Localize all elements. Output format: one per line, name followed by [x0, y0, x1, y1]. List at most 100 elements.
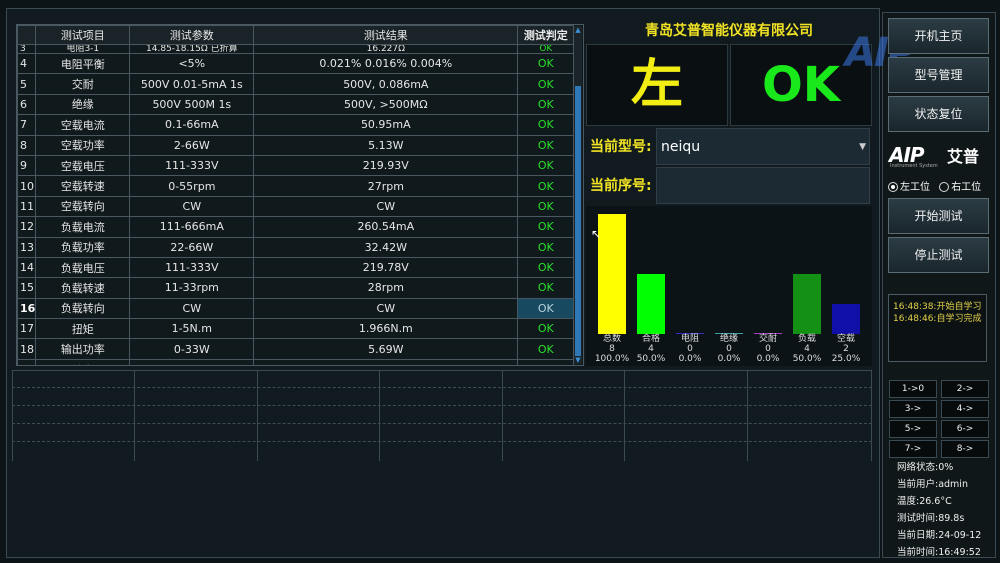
row-result: CW — [253, 195, 519, 218]
row-param: <5% — [129, 52, 255, 75]
row-item: 负载转速 — [35, 277, 131, 299]
table-row[interactable]: 19效率0-33%17.543%OK — [17, 358, 575, 365]
grid-vline — [257, 371, 258, 461]
scroll-up-icon[interactable]: ▲ — [574, 26, 582, 34]
status-info: 当前日期:24-09-12 — [897, 530, 982, 541]
row-item: 空载功率 — [35, 134, 131, 156]
header-result: 测试结果 — [253, 25, 519, 45]
table-row[interactable]: 5 交耐 500V 0.01-5mA 1s 500V, 0.086mA OK — [17, 73, 575, 95]
row-result: 0.021% 0.016% 0.004% — [253, 52, 519, 75]
channel-button[interactable]: 5-> — [889, 420, 937, 438]
channel-button[interactable]: 2-> — [941, 380, 989, 398]
row-item: 负载转向 — [35, 297, 131, 320]
row-item: 交耐 — [35, 73, 131, 95]
serial-input[interactable] — [656, 167, 870, 204]
chevron-down-icon[interactable]: ▼ — [859, 129, 866, 166]
stat-name: 电阻 — [680, 334, 699, 344]
scroll-thumb[interactable] — [575, 86, 581, 356]
table-row[interactable]: 4 电阻平衡 <5% 0.021% 0.016% 0.004% OK — [17, 52, 575, 75]
stat-bar — [832, 304, 860, 334]
row-result: 5.69W — [253, 338, 519, 360]
row-item: 空载电压 — [35, 154, 131, 177]
status-info: 当前用户:admin — [897, 479, 968, 490]
stat-pct: 0.0% — [717, 354, 741, 364]
radio-checked-icon[interactable] — [888, 182, 898, 192]
stats-chart: 总数 8 100.0% 合格 4 50.0% 电阻 0 0.0% 绝缘 0 0.0% 交耐 0 0.0% 负载… — [586, 206, 872, 366]
grid-hline — [12, 441, 872, 442]
row-result: 219.93V — [253, 154, 519, 177]
row-index: 3 — [17, 44, 37, 54]
stat-pct: 50.0% — [636, 354, 666, 364]
table-scrollbar[interactable]: ▲ ▼ — [574, 26, 582, 364]
channel-button[interactable]: 8-> — [941, 440, 989, 458]
stat-count: 4 — [648, 344, 654, 354]
stat-label: 合格 4 50.0% — [632, 334, 670, 364]
row-item: 负载功率 — [35, 236, 131, 258]
start-test-button[interactable]: 开始测试 — [888, 198, 989, 234]
row-judge: OK — [517, 154, 575, 177]
channel-button[interactable]: 6-> — [941, 420, 989, 438]
model-manage-button[interactable]: 型号管理 — [888, 57, 989, 93]
table-row[interactable]: 14 负载电压 111-333V 219.78V OK — [17, 256, 575, 279]
stat-pct: 50.0% — [792, 354, 822, 364]
table-row[interactable]: 15 负载转速 11-33rpm 28rpm OK — [17, 277, 575, 299]
row-judge: OK — [517, 93, 575, 116]
stat-pct: 0.0% — [756, 354, 780, 364]
radio-left[interactable]: 左工位 — [888, 182, 930, 193]
stat-name: 总数 — [602, 334, 621, 344]
row-param: CW — [129, 195, 255, 218]
logo-cn: 艾普 — [947, 147, 980, 166]
row-index: 12 — [17, 216, 37, 238]
stat-label: 绝缘 0 0.0% — [710, 334, 748, 364]
stat-count: 2 — [843, 344, 849, 354]
grid-vline — [747, 371, 748, 461]
table-row[interactable]: 13 负载功率 22-66W 32.42W OK — [17, 236, 575, 258]
row-item: 负载电流 — [35, 216, 131, 238]
row-index: 8 — [17, 134, 37, 156]
model-select[interactable]: neiqu ▼ — [656, 128, 870, 165]
radio-right[interactable]: 右工位 — [939, 182, 981, 193]
stat-label: 电阻 0 0.0% — [671, 334, 709, 364]
table-row[interactable]: 16 负载转向 CW CW OK — [17, 297, 575, 320]
model-row: 当前型号: neiqu ▼ — [586, 128, 872, 166]
row-judge: OK — [517, 195, 575, 218]
table-row[interactable]: 12 负载电流 111-666mA 260.54mA OK — [17, 216, 575, 238]
logo-sub: Instrument System — [890, 163, 938, 169]
stop-test-button[interactable]: 停止测试 — [888, 237, 989, 273]
row-result: CW — [253, 297, 519, 320]
channel-button[interactable]: 7-> — [889, 440, 937, 458]
stat-name: 负载 — [797, 334, 816, 344]
row-judge: OK — [517, 44, 575, 54]
grid-vline — [502, 371, 503, 461]
table-row[interactable]: 7 空载电流 0.1-66mA 50.95mA OK — [17, 114, 575, 136]
scroll-down-icon[interactable]: ▼ — [574, 356, 582, 364]
row-index: 17 — [17, 318, 37, 340]
row-result: 28rpm — [253, 277, 519, 299]
grid-vline — [624, 371, 625, 461]
stat-name: 合格 — [641, 334, 660, 344]
home-button[interactable]: 开机主页 — [888, 18, 989, 54]
channel-button[interactable]: 4-> — [941, 400, 989, 418]
table-row[interactable]: 11 空载转向 CW CW OK — [17, 195, 575, 218]
row-param: 22-66W — [129, 236, 255, 258]
grid-vline — [12, 371, 13, 461]
table-row[interactable]: 17 扭矩 1-5N.m 1.966N.m OK — [17, 318, 575, 340]
reset-button[interactable]: 状态复位 — [888, 96, 989, 132]
station-radio-group: 左工位 右工位 — [888, 178, 992, 194]
channel-button[interactable]: 3-> — [889, 400, 937, 418]
radio-unchecked-icon[interactable] — [939, 182, 950, 192]
results-table[interactable]: 测试项目 测试参数 测试结果 测试判定 3 电阻3-1 14.85-18.15Ω… — [16, 24, 584, 366]
table-row[interactable]: 8 空载功率 2-66W 5.13W OK — [17, 134, 575, 156]
row-result: 16.227Ω — [253, 44, 519, 54]
table-row[interactable]: 10 空载转速 0-55rpm 27rpm OK — [17, 175, 575, 197]
channel-button[interactable]: 1->0 — [889, 380, 937, 398]
table-row[interactable]: 9 空载电压 111-333V 219.93V OK — [17, 154, 575, 177]
row-index: 10 — [17, 175, 37, 197]
table-row[interactable]: 6 绝缘 500V 500M 1s 500V, >500MΩ OK — [17, 93, 575, 116]
stat-count: 0 — [726, 344, 732, 354]
table-row[interactable]: 18 输出功率 0-33W 5.69W OK — [17, 338, 575, 360]
stat-label: 交耐 0 0.0% — [749, 334, 787, 364]
stat-label: 负载 4 50.0% — [788, 334, 826, 364]
table-row-partial[interactable]: 3 电阻3-1 14.85-18.15Ω 已折算 16.227Ω OK — [17, 44, 575, 54]
stat-name: 绝缘 — [719, 334, 738, 344]
